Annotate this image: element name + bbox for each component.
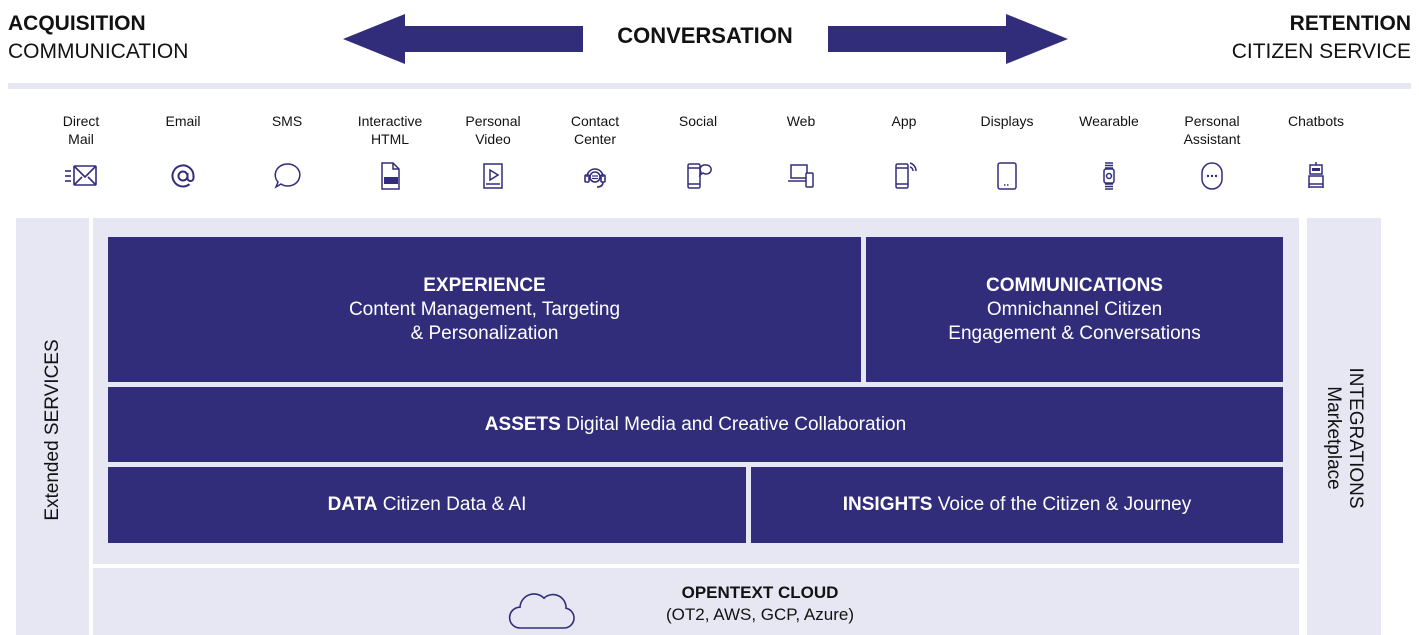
html-file-icon [381,162,400,190]
channel-app: App [849,112,959,192]
header-divider [8,83,1411,89]
channel-label: Wearable [1079,113,1139,129]
laptop-phone-icon [788,164,814,188]
channel-chatbots: Chatbots [1261,112,1371,192]
channel-personal-video: Personal Video [438,112,548,192]
integrations-label: INTEGRATIONS Marketplace [1322,367,1366,508]
experience-title: EXPERIENCE [423,274,546,296]
channel-label: Personal Video [465,113,521,147]
channel-contact-center: Contact Center [540,112,650,192]
video-icon [483,163,503,189]
robot-icon [1308,162,1324,188]
mail-icon [65,165,97,186]
channel-web: Web [746,112,856,192]
experience-line1: Content Management, Targeting [348,298,621,320]
channel-interactive-html: Interactive HTML [335,112,445,192]
channel-label: Chatbots [1287,113,1345,129]
communications-line1: Omnichannel Citizen [986,298,1163,320]
tablet-icon [997,162,1017,190]
data-block: DATA Citizen Data & AI [108,467,746,543]
smartwatch-icon [1103,162,1115,190]
channel-label: Direct Mail [62,113,100,147]
integrations-title: INTEGRATIONS [1345,367,1366,509]
channel-personal-assistant: Personal Assistant [1157,112,1267,192]
headset-icon [584,168,606,188]
channel-label: Interactive HTML [357,113,423,147]
cloud-title: OPENTEXT CLOUD [681,583,839,602]
channel-social: Social [643,112,753,192]
phone-wireless-icon [895,162,917,189]
assistant-icon [1201,162,1223,190]
citizen-service-subtitle: CITIZEN SERVICE [1231,40,1411,63]
communications-block: COMMUNICATIONS Omnichannel Citizen Engag… [866,237,1283,382]
channel-displays: Displays [952,112,1062,192]
insights-title: INSIGHTS [842,494,933,515]
communication-subtitle: COMMUNICATION [8,40,189,63]
communications-line2: Engagement & Conversations [948,322,1201,344]
experience-block: EXPERIENCE Content Management, Targeting… [108,237,861,382]
insights-block: INSIGHTS Voice of the Citizen & Journey [751,467,1283,543]
assets-title: ASSETS [484,413,561,435]
channel-label: App [891,113,917,129]
retention-header: RETENTION CITIZEN SERVICE [1232,10,1411,66]
channel-label: Displays [980,113,1034,129]
channel-sms: SMS [232,112,342,192]
channel-direct-mail: Direct Mail [26,112,136,192]
acquisition-header: ACQUISITION COMMUNICATION [8,10,188,66]
left-arrow [343,14,583,64]
channel-label: Personal Assistant [1183,113,1241,147]
acquisition-title: ACQUISITION [8,12,146,35]
channel-wearable: Wearable [1054,112,1164,192]
retention-title: RETENTION [1289,12,1411,35]
marketplace-subtitle: Marketplace [1323,386,1344,490]
data-title: DATA [327,494,378,515]
channel-label: Email [165,113,201,129]
right-arrow [828,14,1068,64]
communications-title: COMMUNICATIONS [986,274,1163,296]
conversation-label: CONVERSATION [617,23,793,48]
assets-desc: Digital Media and Creative Collaboration [566,413,907,435]
data-desc: Citizen Data & AI [382,494,527,515]
insights-desc: Voice of the Citizen & Journey [937,494,1192,515]
channel-label: Contact Center [570,113,620,147]
cloud-subtitle: (OT2, AWS, GCP, Azure) [666,605,854,624]
experience-line2: & Personalization [410,322,559,344]
channel-label: Web [786,113,816,129]
extended-services-label: Extended SERVICES [42,339,63,521]
cloud-text: OPENTEXT CLOUD (OT2, AWS, GCP, Azure) [560,582,960,626]
channel-label: SMS [271,113,303,129]
assets-block: ASSETS Digital Media and Creative Collab… [108,387,1283,462]
social-phone-icon [687,163,712,189]
at-icon [171,164,195,188]
channel-email: Email [128,112,238,192]
channel-label: Social [678,113,718,129]
chat-bubble-icon [274,163,301,189]
